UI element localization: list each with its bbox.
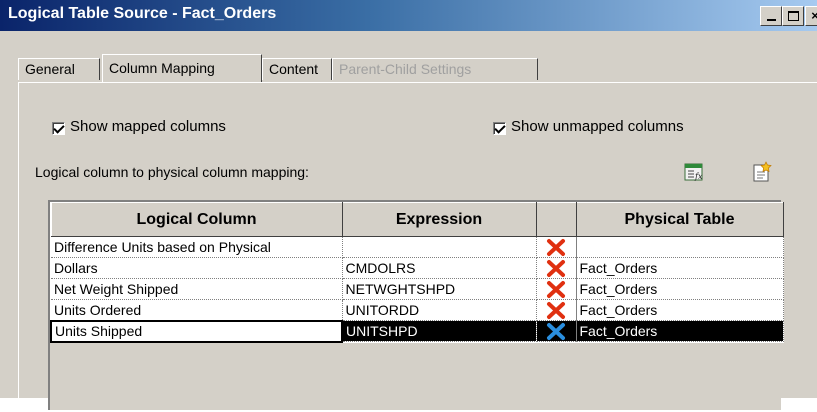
physical-table-cell[interactable] [576,236,784,258]
physical-table-cell[interactable]: Fact_Orders [576,320,784,342]
logical-column-cell[interactable]: Units Shipped [50,319,343,343]
status-cell[interactable] [536,278,577,300]
show-mapped-checkbox[interactable] [52,122,65,135]
header-status[interactable] [535,202,577,237]
expression-cell[interactable]: UNITORDD [342,299,537,321]
show-unmapped-checkbox[interactable] [493,122,506,135]
tab-parent-child-settings: Parent-Child Settings [332,58,538,80]
status-cell[interactable] [536,320,577,342]
logical-column-cell[interactable]: Net Weight Shipped [51,278,343,300]
physical-table-cell[interactable]: Fact_Orders [576,257,784,279]
window-title: Logical Table Source - Fact_Orders [8,5,277,22]
svg-text:fx: fx [694,172,703,181]
logical-column-cell[interactable]: Units Ordered [51,299,343,321]
header-physical-table[interactable]: Physical Table [575,202,784,237]
physical-table-cell[interactable]: Fact_Orders [576,299,784,321]
red-x-icon[interactable] [545,280,567,299]
header-logical-column[interactable]: Logical Column [50,202,343,237]
expression-cell[interactable]: CMDOLRS [342,257,537,279]
mapping-table: Logical Column Expression Physical Table… [50,202,784,343]
grid-empty-area[interactable] [50,365,781,410]
close-button[interactable]: × [805,6,817,26]
expression-cell[interactable]: UNITSHPD [342,320,537,342]
status-cell[interactable] [536,257,577,279]
table-row[interactable]: Units Ordered UNITORDD Fact_Orders [51,299,784,321]
dialog-window: Logical Table Source - Fact_Orders × Gen… [0,0,817,412]
red-x-icon[interactable] [545,259,567,278]
table-header-row: Logical Column Expression Physical Table [50,202,784,237]
table-row[interactable]: Dollars CMDOLRS Fact_Orders [51,257,784,279]
minimize-button[interactable] [760,6,782,26]
expression-cell[interactable] [342,236,537,258]
tab-general[interactable]: General [18,58,100,80]
table-row[interactable]: Net Weight Shipped NETWGHTSHPD Fact_Orde… [51,278,784,300]
red-x-icon[interactable] [545,238,567,257]
maximize-icon [788,11,799,21]
status-cell[interactable] [536,299,577,321]
logical-column-cell[interactable]: Difference Units based on Physical [51,236,343,258]
header-expression[interactable]: Expression [341,202,537,237]
red-x-icon[interactable] [545,301,567,320]
blue-x-icon[interactable] [545,322,567,341]
tab-content[interactable]: Content [262,58,332,80]
minimize-icon [767,19,776,21]
new-item-icon[interactable] [750,161,772,183]
physical-table-cell[interactable]: Fact_Orders [576,278,784,300]
close-icon: × [811,8,817,23]
title-bar[interactable]: Logical Table Source - Fact_Orders × [0,0,817,31]
expression-builder-icon[interactable]: fx [684,163,706,182]
show-unmapped-label[interactable]: Show unmapped columns [511,118,684,135]
mapping-label: Logical column to physical column mappin… [35,164,309,180]
maximize-button[interactable] [782,6,804,26]
expression-cell[interactable]: NETWGHTSHPD [342,278,537,300]
status-cell[interactable] [536,236,577,258]
logical-column-cell[interactable]: Dollars [51,257,343,279]
tab-column-mapping[interactable]: Column Mapping [102,54,262,82]
table-row[interactable]: Difference Units based on Physical [51,236,784,258]
show-mapped-label[interactable]: Show mapped columns [70,118,226,135]
table-row-selected[interactable]: Units Shipped UNITSHPD Fact_Orders [50,319,784,343]
